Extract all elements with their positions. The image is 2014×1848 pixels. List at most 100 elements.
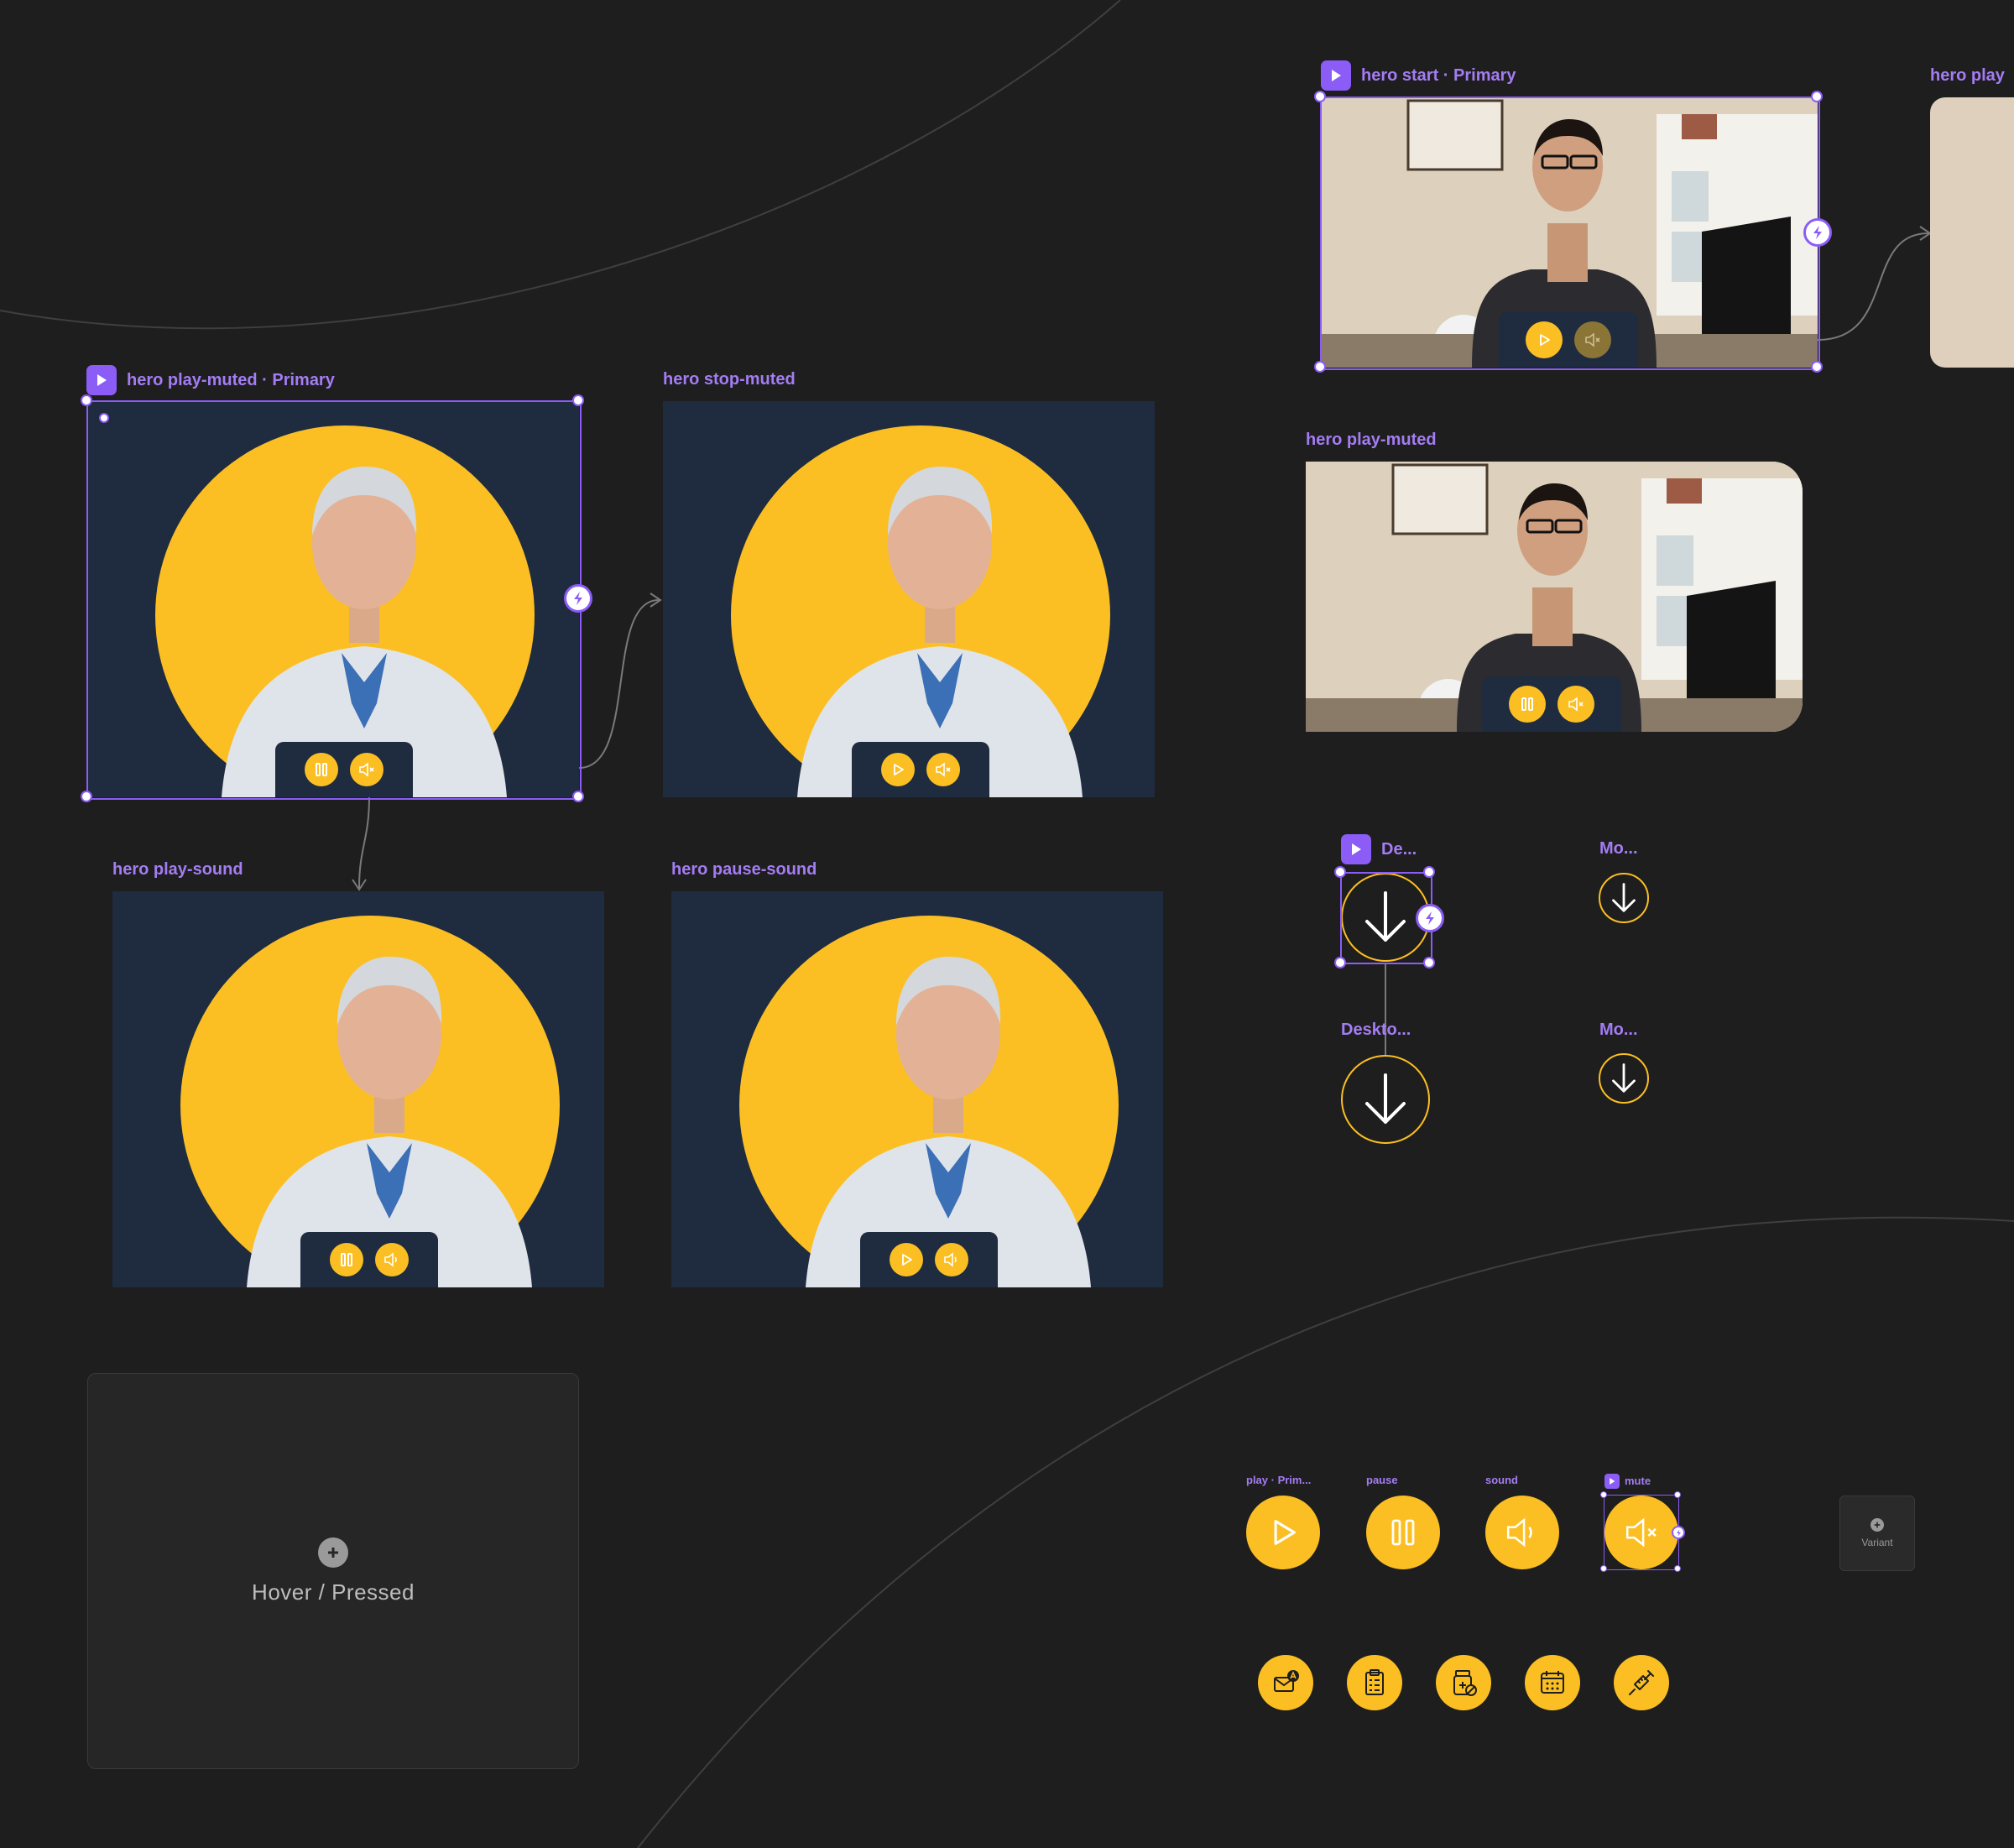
- frame-label-hero-start-primary[interactable]: hero start · Primary: [1321, 60, 1516, 91]
- mute-button[interactable]: [350, 753, 383, 786]
- variant-label: Variant: [1861, 1537, 1893, 1548]
- sound-button[interactable]: [375, 1243, 409, 1276]
- syringe-glyph: [1629, 1670, 1654, 1695]
- interaction-bolt-icon[interactable]: [1672, 1526, 1685, 1539]
- frame-label-hero-play-muted-primary[interactable]: hero play-muted · Primary: [86, 365, 335, 395]
- play-button[interactable]: [881, 753, 915, 786]
- frame-label-hero-play-sound[interactable]: hero play-sound: [112, 859, 243, 880]
- resize-handle[interactable]: [1314, 91, 1326, 102]
- frame-hero-play-sound[interactable]: [112, 891, 604, 1287]
- doctor-illustration: [180, 916, 560, 1287]
- frame-label-text: hero play-muted: [1306, 431, 1437, 449]
- sound-button[interactable]: [935, 1243, 968, 1276]
- resize-handle[interactable]: [81, 394, 92, 406]
- resize-handle[interactable]: [1600, 1491, 1607, 1498]
- sound-button-component[interactable]: [1485, 1496, 1559, 1569]
- download-button-mobile[interactable]: [1599, 873, 1649, 923]
- placeholder-label: Hover / Pressed: [252, 1579, 415, 1605]
- frame-hero-pause-sound[interactable]: [671, 891, 1163, 1287]
- mute-button[interactable]: [1557, 686, 1594, 723]
- pause-button[interactable]: [305, 753, 338, 786]
- play-icon: [894, 764, 904, 775]
- mute-button[interactable]: [926, 753, 960, 786]
- frame-label-hero-play[interactable]: hero play: [1930, 65, 2005, 86]
- clipboard-glyph: [1365, 1669, 1384, 1695]
- medicine-bottle-icon[interactable]: [1436, 1655, 1491, 1710]
- hover-pressed-placeholder[interactable]: Hover / Pressed: [87, 1373, 579, 1769]
- resize-handle[interactable]: [1334, 957, 1346, 968]
- download-button-desktop-variant[interactable]: [1341, 1055, 1430, 1144]
- component-label-pause[interactable]: pause: [1366, 1474, 1398, 1487]
- interaction-bolt-icon[interactable]: [564, 584, 592, 613]
- clipboard-icon[interactable]: [1347, 1655, 1402, 1710]
- frame-label-hero-pause-sound[interactable]: hero pause-sound: [671, 859, 817, 880]
- play-button-component[interactable]: [1246, 1496, 1320, 1569]
- arrow-down-icon: [1612, 883, 1636, 912]
- corner-radius-handle[interactable]: [99, 413, 109, 423]
- pause-button[interactable]: [1509, 686, 1546, 723]
- frame-hero-start-primary[interactable]: [1321, 97, 1818, 368]
- interaction-bolt-icon[interactable]: [1803, 218, 1832, 247]
- download-button-mobile-variant[interactable]: [1599, 1053, 1649, 1104]
- arrow-down-icon: [1365, 1073, 1406, 1124]
- speaker-muted-icon: [936, 762, 951, 777]
- resize-handle[interactable]: [572, 791, 584, 802]
- component-play-icon: [1604, 1474, 1620, 1489]
- interaction-bolt-icon[interactable]: [1416, 904, 1444, 932]
- component-play-icon: [1321, 60, 1351, 91]
- play-button[interactable]: [1526, 321, 1563, 358]
- resize-handle[interactable]: [1314, 361, 1326, 373]
- component-label-mute[interactable]: mute: [1604, 1474, 1651, 1489]
- component-label-mobile-2[interactable]: Mo...: [1599, 1020, 1638, 1040]
- pause-icon: [341, 1253, 352, 1266]
- component-label-desktop-2[interactable]: Deskto...: [1341, 1020, 1411, 1040]
- add-icon[interactable]: [318, 1537, 348, 1568]
- syringe-icon[interactable]: [1614, 1655, 1669, 1710]
- speaker-muted-icon: [1585, 332, 1600, 347]
- frame-label-text: hero play-sound: [112, 860, 243, 879]
- video-controls: [1499, 312, 1638, 368]
- frame-label-text: hero play: [1930, 66, 2005, 85]
- component-label-text: sound: [1485, 1474, 1518, 1486]
- pause-icon: [316, 763, 327, 776]
- resize-handle[interactable]: [572, 394, 584, 406]
- mail-glyph: [1274, 1670, 1299, 1692]
- arrow-down-icon: [1612, 1063, 1636, 1093]
- speaker-muted-icon: [1625, 1517, 1657, 1548]
- calendar-icon[interactable]: [1525, 1655, 1580, 1710]
- component-label-text: Mo...: [1599, 839, 1638, 858]
- resize-handle[interactable]: [81, 791, 92, 802]
- speaker-sound-icon: [1506, 1517, 1532, 1548]
- resize-handle[interactable]: [1423, 957, 1435, 968]
- resize-handle[interactable]: [1674, 1565, 1681, 1572]
- frame-hero-play[interactable]: [1930, 97, 2014, 368]
- frame-label-text: hero stop-muted: [663, 370, 796, 389]
- play-button[interactable]: [890, 1243, 923, 1276]
- frame-hero-play-muted-primary[interactable]: [87, 401, 579, 797]
- frame-hero-stop-muted[interactable]: [663, 401, 1155, 797]
- resize-handle[interactable]: [1811, 361, 1823, 373]
- pause-icon: [1391, 1519, 1415, 1546]
- frame-label-hero-play-muted[interactable]: hero play-muted: [1306, 430, 1437, 450]
- video-controls: [275, 742, 413, 797]
- resize-handle[interactable]: [1674, 1491, 1681, 1498]
- mute-button-disabled[interactable]: [1574, 321, 1611, 358]
- resize-handle[interactable]: [1811, 91, 1823, 102]
- resize-handle[interactable]: [1423, 866, 1435, 878]
- component-play-icon: [1341, 834, 1371, 864]
- component-label-play[interactable]: play · Prim...: [1246, 1474, 1311, 1487]
- pause-button-component[interactable]: [1366, 1496, 1440, 1569]
- component-label-desktop-primary[interactable]: De...: [1341, 834, 1417, 864]
- play-icon: [1274, 1520, 1296, 1545]
- pause-button[interactable]: [330, 1243, 363, 1276]
- resize-handle[interactable]: [1334, 866, 1346, 878]
- frame-label-hero-stop-muted[interactable]: hero stop-muted: [663, 369, 796, 389]
- component-label-sound[interactable]: sound: [1485, 1474, 1518, 1487]
- mute-button-component[interactable]: [1604, 1496, 1678, 1569]
- doctor-illustration: [731, 425, 1110, 797]
- add-variant-button[interactable]: Variant: [1839, 1496, 1915, 1571]
- mail-badge-icon[interactable]: [1258, 1655, 1313, 1710]
- resize-handle[interactable]: [1600, 1565, 1607, 1572]
- component-label-mobile-1[interactable]: Mo...: [1599, 838, 1638, 859]
- frame-hero-play-muted[interactable]: [1306, 462, 1803, 732]
